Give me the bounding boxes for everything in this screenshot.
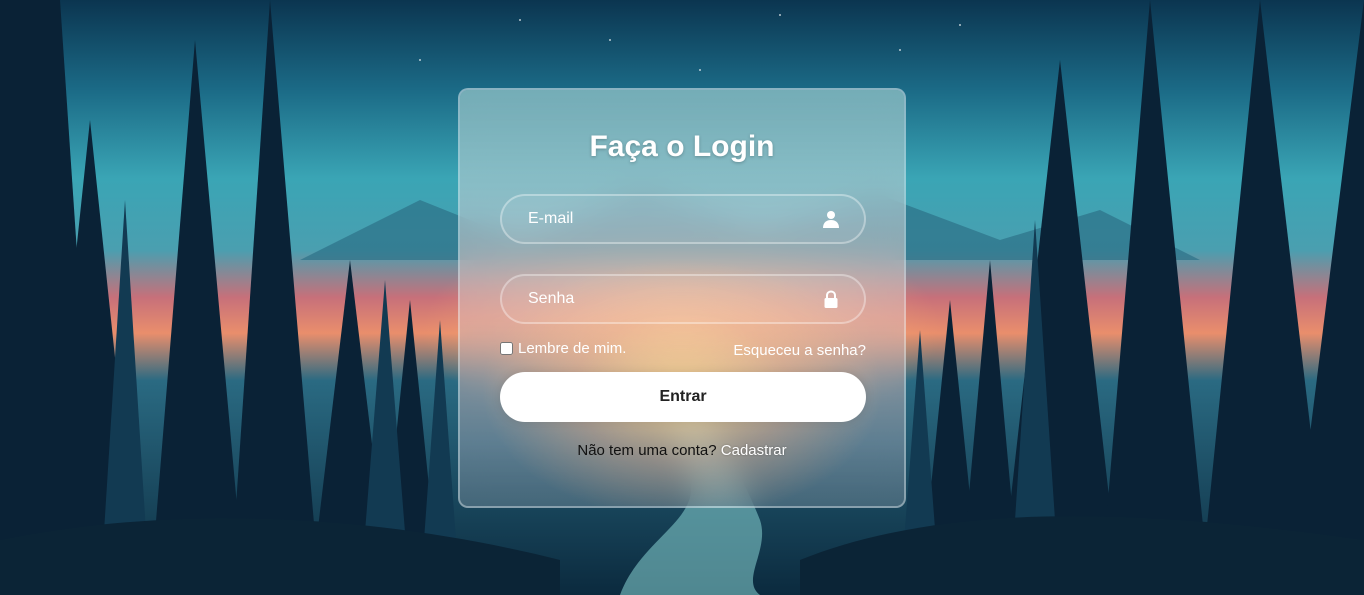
user-icon <box>823 211 839 228</box>
remember-me-label[interactable]: Lembre de mim. <box>500 340 626 357</box>
register-link[interactable]: Cadastrar <box>721 442 787 459</box>
remember-me-text: Lembre de mim. <box>518 340 627 357</box>
remember-me-checkbox[interactable] <box>500 342 513 355</box>
forgot-password-link[interactable]: Esqueceu a senha? <box>733 342 866 359</box>
email-input[interactable] <box>502 196 864 242</box>
login-title: Faça o Login <box>589 130 775 163</box>
email-field-wrapper <box>500 194 866 244</box>
password-field-wrapper <box>500 274 866 324</box>
lock-icon <box>824 290 838 308</box>
password-input[interactable] <box>502 276 864 322</box>
register-prompt: Não tem uma conta? Cadastrar <box>460 442 904 459</box>
register-prompt-text: Não tem uma conta? <box>577 442 717 459</box>
login-card: Faça o Login Lembre de mim. <box>458 88 906 508</box>
login-page: Faça o Login Lembre de mim. <box>0 0 1364 595</box>
login-form: Faça o Login Lembre de mim. <box>460 90 904 506</box>
remember-forgot-row: Lembre de mim. Esqueceu a senha? <box>500 340 866 360</box>
login-submit-button[interactable]: Entrar <box>500 372 866 422</box>
